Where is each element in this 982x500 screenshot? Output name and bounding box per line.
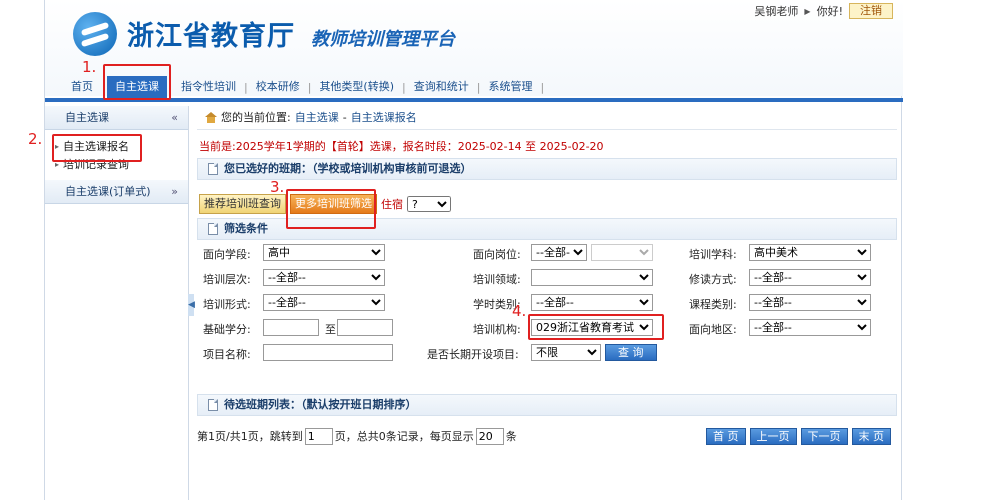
pager-total: 页，总共0条记录，每页显示 [334, 430, 474, 443]
credit-min-input[interactable] [263, 319, 319, 336]
subject-select[interactable]: 高中美术 [749, 244, 871, 261]
study-mode-select[interactable]: --全部-- [749, 269, 871, 286]
stage-label: 面向学段: [203, 248, 251, 261]
selected-classes-header: 您已选好的班期：（学校或培训机构审核前可退选） [197, 158, 897, 180]
search-tabs: 推荐培训班查询 更多培训班筛选 住宿 ? [197, 192, 897, 216]
sidebar-group-label: 自主选课(订单式) [65, 185, 151, 198]
home-icon [205, 112, 217, 123]
nav-self-select[interactable]: 自主选课 [107, 76, 167, 98]
expand-icon[interactable]: » [171, 180, 178, 204]
region-select[interactable]: --全部-- [749, 319, 871, 336]
subject-label: 培训学科: [689, 248, 737, 261]
greeting: 你好! [816, 5, 843, 18]
filter-panel: 筛选条件 面向学段: 高中 面向岗位: --全部- 培训学科: 高中美术 培训层… [197, 218, 897, 366]
top-nav: 首页 自主选课 指令性培训 | 校本研修 | 其他类型(转换) | 查询和统计 … [45, 76, 903, 98]
logo-icon [73, 12, 117, 56]
course-type-select[interactable]: --全部-- [749, 294, 871, 311]
lodging-label: 住宿 [381, 198, 403, 211]
post-sub-select[interactable] [591, 244, 653, 261]
level-label: 培训层次: [203, 273, 251, 286]
sidebar: 自主选课 « 自主选课报名 培训记录查询 自主选课(订单式) » [45, 106, 189, 500]
sidebar-group-label: 自主选课 [65, 111, 109, 124]
region-label: 面向地区: [689, 323, 737, 336]
query-button[interactable]: 查 询 [605, 344, 657, 361]
first-page-button[interactable]: 首 页 [706, 427, 746, 445]
recommend-search-tab[interactable]: 推荐培训班查询 [199, 194, 286, 214]
nav-divider [45, 98, 903, 102]
org-select[interactable]: 029浙江省教育考试 [531, 319, 653, 336]
sidebar-group-self-select[interactable]: 自主选课 « [45, 106, 188, 130]
page-jump-input[interactable] [304, 427, 333, 445]
nav-system-admin[interactable]: 系统管理 [480, 76, 540, 98]
nav-other-types[interactable]: 其他类型(转换) [311, 76, 402, 98]
nav-query-stats[interactable]: 查询和统计 [406, 76, 477, 98]
longterm-label: 是否长期开设项目: [427, 348, 519, 361]
credit-to-label: 至 [325, 323, 336, 336]
org-label: 培训机构: [473, 323, 521, 336]
main-content: 您的当前位置: 自主选课 - 自主选课报名 当前是:2025学年1学期的【首轮】… [197, 106, 897, 500]
project-name-label: 项目名称: [203, 348, 251, 361]
enrollment-notice: 当前是:2025学年1学期的【首轮】选课，报名时段：2025-02-14 至 2… [199, 140, 604, 153]
platform-title: 教师培训管理平台 [311, 29, 455, 50]
annotation-number-4: 4. [512, 302, 527, 320]
breadcrumb-level2[interactable]: 自主选课报名 [351, 106, 417, 130]
document-icon [208, 223, 218, 235]
pagination: 第1页/共1页，跳转到 页，总共0条记录，每页显示 条 首 页 上一页 下一页 … [197, 426, 897, 446]
stage-select[interactable]: 高中 [263, 244, 385, 261]
brand-title: 浙江省教育厅 [127, 21, 295, 52]
document-icon [208, 163, 218, 175]
field-select[interactable] [531, 269, 653, 286]
project-name-input[interactable] [263, 344, 393, 361]
breadcrumb-prefix: 您的当前位置: [221, 110, 291, 124]
pager-info: 第1页/共1页，跳转到 [197, 430, 303, 443]
field-label: 培训领域: [473, 273, 521, 286]
annotation-number-1: 1. [82, 58, 97, 76]
document-icon [208, 399, 218, 411]
sidebar-toggle-handle[interactable]: ◀ [188, 294, 195, 316]
credit-max-input[interactable] [337, 319, 393, 336]
filter-grid: 面向学段: 高中 面向岗位: --全部- 培训学科: 高中美术 培训层次: --… [197, 240, 897, 366]
level-select[interactable]: --全部-- [263, 269, 385, 286]
more-filter-tab[interactable]: 更多培训班筛选 [290, 194, 377, 214]
next-page-button[interactable]: 下一页 [800, 427, 848, 445]
triangle-right-icon: ▶ [804, 6, 811, 16]
nav-school-research[interactable]: 校本研修 [248, 76, 308, 98]
section-title: 您已选好的班期：（学校或培训机构审核前可退选） [224, 162, 472, 175]
longterm-select[interactable]: 不限 [531, 344, 601, 361]
user-bar: 吴钢老师 ▶ 你好! 注销 [754, 3, 893, 19]
sidebar-item-enroll[interactable]: 自主选课报名 [45, 138, 188, 156]
nav-mandatory-training[interactable]: 指令性培训 [173, 76, 244, 98]
section-title: 筛选条件 [224, 222, 268, 235]
pending-classes-header: 待选班期列表：（默认按开班日期排序） [197, 394, 897, 416]
study-mode-label: 修读方式: [689, 273, 737, 286]
form-label: 培训形式: [203, 298, 251, 311]
annotation-number-3: 3. [270, 178, 285, 196]
nav-home[interactable]: 首页 [45, 76, 101, 98]
sidebar-group-order[interactable]: 自主选课(订单式) » [45, 180, 188, 204]
filter-header: 筛选条件 [197, 218, 897, 240]
breadcrumb-level1[interactable]: 自主选课 [295, 106, 339, 130]
post-label: 面向岗位: [473, 248, 521, 261]
nav-separator: | [540, 80, 545, 94]
pager-unit: 条 [505, 430, 517, 443]
hours-type-select[interactable]: --全部-- [531, 294, 653, 311]
post-select[interactable]: --全部- [531, 244, 587, 261]
breadcrumb: 您的当前位置: 自主选课 - 自主选课报名 [197, 106, 897, 130]
form-select[interactable]: --全部-- [263, 294, 385, 311]
section-title: 待选班期列表：（默认按开班日期排序） [224, 398, 417, 411]
page-size-input[interactable] [475, 427, 504, 445]
user-name: 吴钢老师 [754, 5, 799, 18]
credit-label: 基础学分: [203, 323, 251, 336]
lodging-select[interactable]: ? [407, 196, 451, 212]
course-type-label: 课程类别: [689, 298, 737, 311]
collapse-icon[interactable]: « [171, 106, 178, 130]
prev-page-button[interactable]: 上一页 [749, 427, 797, 445]
last-page-button[interactable]: 末 页 [851, 427, 891, 445]
annotation-number-2: 2. [28, 130, 43, 148]
pager-buttons: 首 页 上一页 下一页 末 页 [706, 427, 891, 445]
logout-button[interactable]: 注销 [849, 3, 893, 19]
page-frame: 浙江省教育厅 教师培训管理平台 吴钢老师 ▶ 你好! 注销 首页 自主选课 指令… [44, 0, 903, 500]
breadcrumb-separator: - [342, 110, 347, 124]
sidebar-item-records[interactable]: 培训记录查询 [45, 156, 188, 174]
